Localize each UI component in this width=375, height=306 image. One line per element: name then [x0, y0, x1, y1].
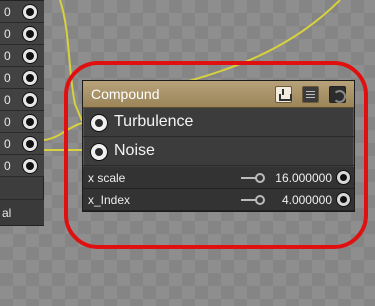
left-partial-node[interactable]: 0 0 0 0 0 0 0 0 al [0, 0, 44, 226]
left-footer-label: al [2, 206, 12, 220]
output-port-icon[interactable] [22, 114, 38, 130]
left-row: 0 [0, 111, 44, 133]
output-port-icon[interactable] [22, 92, 38, 108]
left-row-value: 0 [4, 5, 11, 19]
left-row: 0 [0, 1, 44, 23]
output-port-icon[interactable] [22, 48, 38, 64]
output-port-icon[interactable] [22, 26, 38, 42]
left-row: 0 [0, 23, 44, 45]
left-row: 0 [0, 67, 44, 89]
output-port-icon[interactable] [22, 70, 38, 86]
left-row: 0 [0, 89, 44, 111]
left-row-value: 0 [4, 159, 11, 173]
output-port-icon[interactable] [22, 158, 38, 174]
left-node-footer: al [0, 199, 44, 225]
left-row-value: 0 [4, 115, 11, 129]
left-row-value: 0 [4, 27, 11, 41]
left-row: 0 [0, 45, 44, 67]
output-port-icon[interactable] [22, 4, 38, 20]
left-row: 0 [0, 155, 44, 177]
left-row: 0 [0, 133, 44, 155]
left-row-value: 0 [4, 93, 11, 107]
left-row-value: 0 [4, 137, 11, 151]
output-port-icon[interactable] [22, 136, 38, 152]
highlight-outline [64, 61, 368, 249]
left-row-value: 0 [4, 49, 11, 63]
left-row-value: 0 [4, 71, 11, 85]
